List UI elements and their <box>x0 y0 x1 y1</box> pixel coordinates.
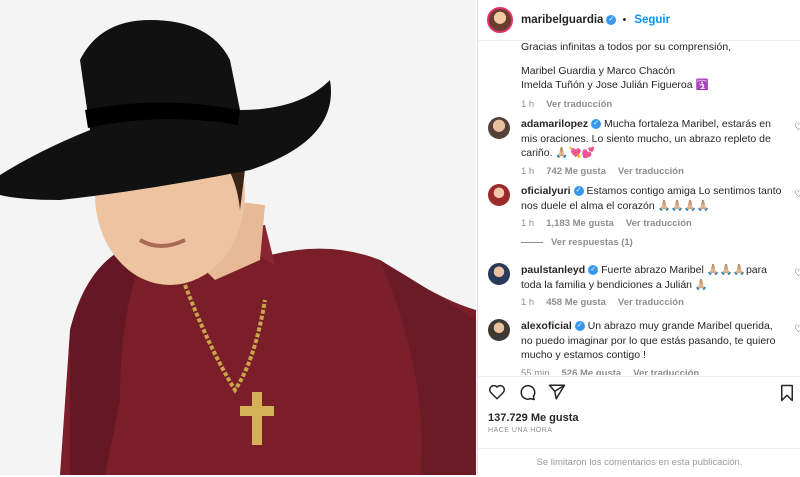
comment-likes[interactable]: 1,183 Me gusta <box>546 217 614 232</box>
comment-username[interactable]: alexoficial <box>521 320 572 332</box>
follow-button[interactable]: Seguir <box>634 14 670 26</box>
comment-body: adamarilopez ✓ Mucha fortaleza Maribel, e… <box>521 117 783 179</box>
view-replies-button[interactable]: Ver respuestas (1) <box>521 237 633 248</box>
share-icon[interactable] <box>548 383 566 401</box>
caption-line: Maribel Guardia y Marco Chacón <box>521 65 676 77</box>
post-photo[interactable] <box>0 0 476 475</box>
caption-line: Imelda Tuñón y Jose Julián Figueroa <box>521 79 693 91</box>
comment-meta: 1 h 742 Me gusta Ver traducción <box>521 165 783 180</box>
post-caption: Gracias infinitas a todos por su compren… <box>521 41 783 112</box>
comment-username[interactable]: paulstanleyd <box>521 264 585 276</box>
verified-icon: ✓ <box>573 186 584 197</box>
view-replies-label[interactable]: Ver respuestas (1) <box>551 237 633 248</box>
comment-time: 55 min <box>521 367 550 376</box>
commenter-avatar[interactable] <box>488 184 510 206</box>
translate-link[interactable]: Ver traducción <box>626 217 692 232</box>
commenter-avatar[interactable] <box>488 117 510 139</box>
commenter-avatar[interactable] <box>488 263 510 285</box>
comment-body: paulstanleyd ✓ Fuerte abrazo Maribel 🙏🏼🙏🏼… <box>521 263 783 311</box>
comment-body: oficialyuri ✓ Estamos contigo amiga Lo se… <box>521 184 783 232</box>
comment-time: 1 h <box>521 165 535 177</box>
comment-likes[interactable]: 526 Me gusta <box>562 367 622 376</box>
comments-limited-note: Se limitaron los comentarios en esta pub… <box>478 448 800 477</box>
comment-meta: 55 min 526 Me gusta Ver traducción <box>521 367 783 376</box>
heart-icon[interactable]: ♡ <box>794 324 800 335</box>
comment-username[interactable]: adamarilopez <box>521 118 588 130</box>
comments-list[interactable]: Gracias infinitas a todos por su compren… <box>478 41 800 375</box>
comment-meta: 1 h 1,183 Me gusta Ver traducción <box>521 217 783 232</box>
verified-icon: ✓ <box>574 321 585 332</box>
author-username[interactable]: maribelguardia <box>521 14 603 26</box>
caption-line: Imelda Tuñón y Jose Julián Figueroa 🛐 <box>521 78 783 92</box>
man-in-cowboy-hat-photo <box>0 0 476 475</box>
verified-icon: ✓ <box>606 15 617 25</box>
post-sidebar: maribelguardia ✓ • Seguir Gracias infini… <box>477 0 800 475</box>
comment-meta: 1 h 458 Me gusta Ver traducción <box>521 296 783 311</box>
caption-time: 1 h <box>521 99 535 110</box>
comment-time: 1 h <box>521 297 535 308</box>
heart-icon[interactable]: ♡ <box>794 189 800 200</box>
replies-divider <box>521 242 543 243</box>
translate-link[interactable]: Ver traducción <box>618 165 684 180</box>
translate-link[interactable]: Ver traducción <box>633 367 699 376</box>
bookmark-icon[interactable] <box>779 384 795 402</box>
post-actions: 137.729 Me gusta HACE UNA HORA Se limita… <box>478 376 800 476</box>
heart-icon[interactable]: ♡ <box>794 268 800 279</box>
likes-count[interactable]: 137.729 Me gusta <box>488 412 579 424</box>
caption-line: Gracias infinitas a todos por su compren… <box>521 41 732 53</box>
author-avatar[interactable] <box>487 7 513 33</box>
verified-icon: ✓ <box>591 119 602 130</box>
translate-link[interactable]: Ver traducción <box>618 296 684 311</box>
comment-icon[interactable] <box>518 383 536 401</box>
post-header: maribelguardia ✓ • Seguir <box>478 0 800 41</box>
caption-meta: 1 h Ver traducción <box>521 98 783 112</box>
heart-icon[interactable] <box>488 383 506 401</box>
comment-time: 1 h <box>521 218 535 229</box>
comment-body: alexoficial ✓ Un abrazo muy grande Maribe… <box>521 319 783 375</box>
action-icons <box>488 383 566 401</box>
emoji: 🛐 <box>695 79 709 91</box>
separator-dot: • <box>622 14 627 26</box>
post-timestamp: HACE UNA HORA <box>488 427 553 434</box>
commenter-avatar[interactable] <box>488 319 510 341</box>
comment-likes[interactable]: 742 Me gusta <box>546 165 606 180</box>
translate-link[interactable]: Ver traducción <box>546 98 612 112</box>
comment-likes[interactable]: 458 Me gusta <box>546 296 606 311</box>
heart-icon[interactable]: ♡ <box>794 122 800 133</box>
comment-username[interactable]: oficialyuri <box>521 185 571 197</box>
verified-icon: ✓ <box>588 265 599 276</box>
